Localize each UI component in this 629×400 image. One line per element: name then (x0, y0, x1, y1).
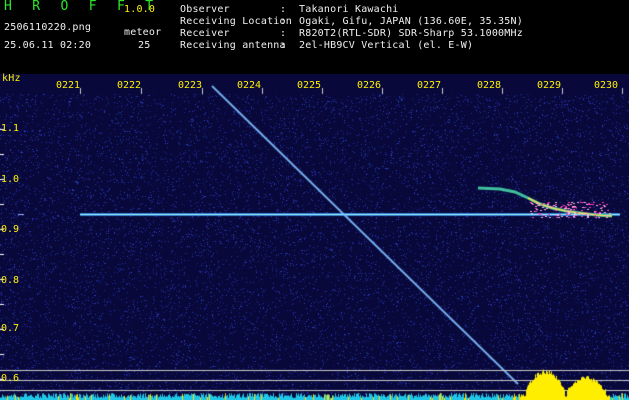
x-tick-label: 0226 (357, 80, 382, 91)
y-axis-unit: kHz (2, 73, 21, 84)
x-tick-label: 0227 (417, 80, 442, 91)
receiver-label: Receiver (180, 28, 230, 39)
file-name: 2506110220.png (4, 22, 92, 33)
location-label: Receiving Location (180, 16, 292, 27)
observation-datetime: 25.06.11 02:20 (4, 40, 92, 51)
y-tick-label: 0.6 (1, 373, 20, 384)
info-header: H R O F F T 1.0.0 2506110220.png 25.06.1… (0, 0, 629, 74)
receiver-value: R820T2(RTL-SDR) SDR-Sharp 53.1000MHz (299, 28, 523, 39)
location-value: Ogaki, Gifu, JAPAN (136.60E, 35.35N) (299, 16, 523, 27)
observer-colon: : (280, 4, 287, 15)
antenna-value: 2el-HB9CV Vertical (el. E-W) (299, 40, 474, 51)
observer-label: Observer (180, 4, 230, 15)
meteor-count: 25 (138, 40, 151, 51)
x-tick-label: 0225 (297, 80, 322, 91)
y-tick-label: 0.9 (1, 224, 20, 235)
x-tick-label: 0230 (594, 80, 619, 91)
x-tick-label: 0223 (178, 80, 203, 91)
x-tick-label: 0221 (56, 80, 81, 91)
y-tick-label: 1.0 (1, 174, 20, 185)
meteor-label: meteor (124, 27, 162, 38)
location-colon: : (280, 16, 287, 27)
x-tick-label: 0228 (477, 80, 502, 91)
x-tick-label: 0229 (537, 80, 562, 91)
x-tick-label: 0222 (117, 80, 142, 91)
spectrogram-canvas (0, 74, 629, 400)
y-tick-label: 0.8 (1, 275, 20, 286)
antenna-label: Receiving antenna (180, 40, 286, 51)
y-tick-label: 0.7 (1, 323, 20, 334)
y-tick-label: 1.1 (1, 123, 20, 134)
antenna-colon: : (280, 40, 287, 51)
x-tick-label: 0224 (237, 80, 262, 91)
observer-value: Takanori Kawachi (299, 4, 399, 15)
receiver-colon: : (280, 28, 287, 39)
app-version: 1.0.0 (124, 4, 156, 15)
